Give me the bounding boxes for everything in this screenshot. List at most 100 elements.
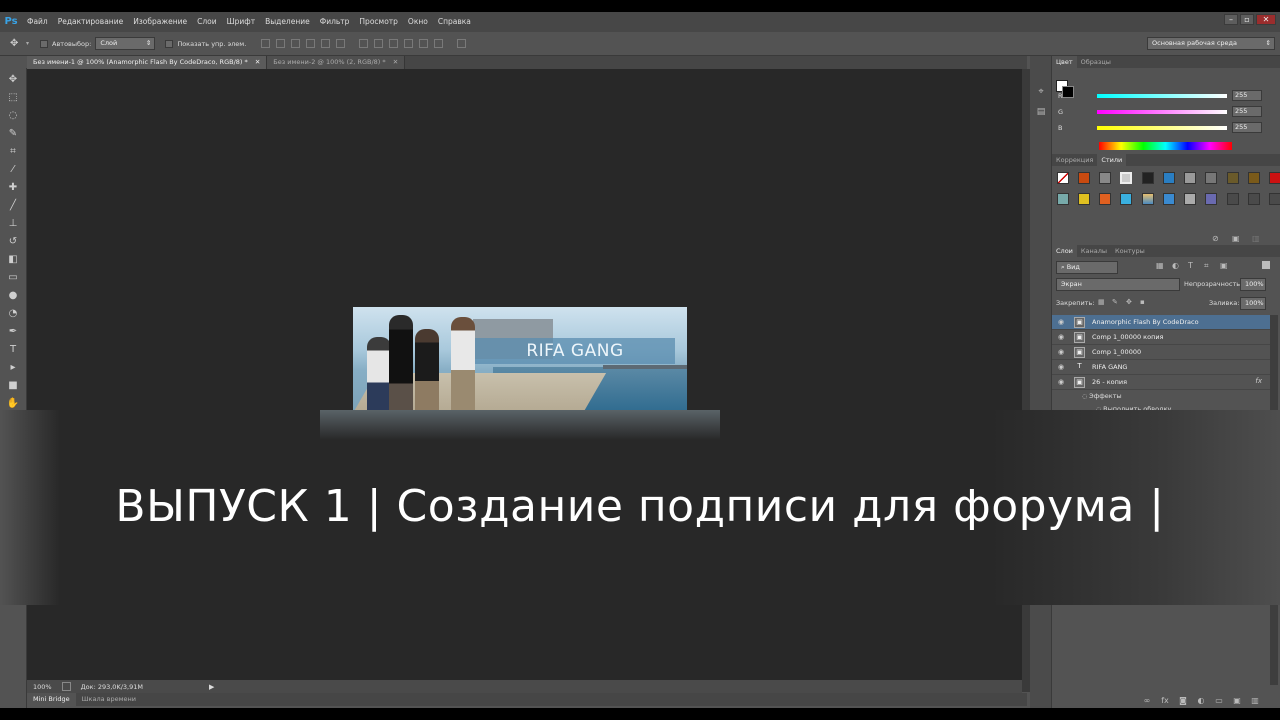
eye-icon[interactable]: ◉ [1058,318,1066,326]
filter-adjust-icon[interactable]: ◐ [1172,261,1179,270]
menu-type[interactable]: Шрифт [222,12,260,32]
new-group-icon[interactable]: ▭ [1214,696,1224,706]
path-select-tool-icon[interactable]: ▸ [4,360,22,375]
status-menu-arrow-icon[interactable]: ▶ [209,683,214,691]
style-swatch[interactable] [1227,193,1239,205]
lock-move-icon[interactable]: ✥ [1126,298,1132,306]
tab-layers[interactable]: Слои [1052,245,1077,257]
add-style-icon[interactable]: fx [1160,696,1170,706]
align-bottom-icon[interactable] [291,39,301,48]
style-swatch[interactable] [1120,172,1132,184]
distribute-top-icon[interactable] [359,39,369,48]
layer-row[interactable]: ◉ ▣ Comp 1_00000 [1052,345,1270,360]
channel-r-bar[interactable] [1097,94,1227,98]
pen-tool-icon[interactable]: ✒ [4,324,22,339]
distribute-left-icon[interactable] [404,39,414,48]
close-button[interactable]: ✕ [1256,14,1276,25]
tab-paths[interactable]: Контуры [1111,245,1149,257]
style-swatch[interactable] [1269,193,1280,205]
crop-tool-icon[interactable]: ⌗ [4,144,22,159]
filter-shape-icon[interactable]: ⌗ [1204,261,1209,271]
layer-row[interactable]: ◉ T RIFA GANG [1052,360,1270,375]
style-swatch[interactable] [1057,193,1069,205]
marquee-tool-icon[interactable]: ⬚ [4,90,22,105]
menu-layers[interactable]: Слои [192,12,222,32]
fill-input[interactable]: 100% [1240,297,1266,310]
tab-styles[interactable]: Стили [1097,154,1127,166]
distribute-hcenter-icon[interactable] [419,39,429,48]
align-left-icon[interactable] [306,39,316,48]
filter-pixel-icon[interactable]: ▦ [1156,261,1164,270]
fx-badge[interactable]: fx [1255,377,1262,385]
history-panel-icon[interactable]: ⌖ [1035,86,1047,98]
minimize-button[interactable]: – [1224,14,1238,25]
menu-edit[interactable]: Редактирование [53,12,128,32]
tab-document-2[interactable]: Без имени-2 @ 100% (2, RGB/8) * ✕ [267,56,406,69]
eyedropper-tool-icon[interactable]: ⁄ [4,162,22,177]
style-swatch[interactable] [1184,193,1196,205]
color-slider-r[interactable]: R 255 [1052,90,1280,106]
restore-button[interactable]: ▫ [1240,14,1254,25]
blend-mode-dropdown[interactable]: Экран [1056,278,1180,291]
align-hcenter-icon[interactable] [321,39,331,48]
clear-style-icon[interactable]: ⊘ [1212,234,1222,244]
properties-panel-icon[interactable]: ▤ [1035,106,1047,118]
zoom-level[interactable]: 100% [27,683,58,691]
type-tool-icon[interactable]: T [4,342,22,357]
style-swatch[interactable] [1227,172,1239,184]
style-swatch[interactable] [1142,172,1154,184]
new-style-icon[interactable]: ▣ [1232,234,1242,244]
style-swatch[interactable] [1057,172,1069,184]
filter-type-icon[interactable]: T [1188,261,1193,270]
add-mask-icon[interactable]: ◙ [1178,696,1188,706]
style-swatch[interactable] [1248,193,1260,205]
menu-window[interactable]: Окно [403,12,433,32]
distribute-vcenter-icon[interactable] [374,39,384,48]
history-brush-tool-icon[interactable]: ↺ [4,234,22,249]
tab-document-1[interactable]: Без имени-1 @ 100% (Anamorphic Flash By … [27,56,268,69]
tab-mini-bridge[interactable]: Mini Bridge [27,693,76,706]
trash-icon[interactable]: ▥ [1252,234,1262,244]
dodge-tool-icon[interactable]: ◔ [4,306,22,321]
move-tool-icon[interactable]: ✥ [10,37,26,51]
menu-select[interactable]: Выделение [260,12,315,32]
clone-stamp-tool-icon[interactable]: ⊥ [4,216,22,231]
trash-icon[interactable]: ▥ [1250,696,1260,706]
close-icon[interactable]: ✕ [393,58,398,66]
style-swatch[interactable] [1078,172,1090,184]
healing-brush-tool-icon[interactable]: ✚ [4,180,22,195]
align-vcenter-icon[interactable] [276,39,286,48]
color-spectrum-bar[interactable] [1099,142,1232,150]
close-icon[interactable]: ✕ [255,58,260,66]
menu-view[interactable]: Просмотр [354,12,403,32]
style-swatch[interactable] [1120,193,1132,205]
tool-preset-chevron-icon[interactable]: ▾ [26,40,34,47]
distribute-bottom-icon[interactable] [389,39,399,48]
style-swatch[interactable] [1269,172,1280,184]
style-swatch[interactable] [1142,193,1154,205]
filter-toggle[interactable] [1262,261,1270,269]
style-swatch[interactable] [1163,193,1175,205]
autoselect-dropdown[interactable]: Слой ⇕ [95,37,156,50]
tab-adjustments[interactable]: Коррекция [1052,154,1097,166]
autoselect-checkbox[interactable] [40,39,48,48]
channel-b-value[interactable]: 255 [1232,122,1262,133]
eye-icon[interactable]: ◉ [1058,348,1066,356]
gradient-tool-icon[interactable]: ▭ [4,270,22,285]
tab-timeline[interactable]: Шкала времени [76,693,142,706]
align-right-icon[interactable] [336,39,346,48]
style-swatch[interactable] [1099,193,1111,205]
layer-row[interactable]: ◉ ▣ Comp 1_00000 копия [1052,330,1270,345]
hand-tool-icon[interactable]: ✋ [4,396,22,411]
shape-tool-icon[interactable]: ■ [4,378,22,393]
eye-icon[interactable]: ◉ [1058,378,1066,386]
color-slider-g[interactable]: G 255 [1052,106,1280,122]
lock-brush-icon[interactable]: ✎ [1112,298,1118,306]
tab-color[interactable]: Цвет [1052,56,1077,68]
blur-tool-icon[interactable]: ● [4,288,22,303]
channel-g-bar[interactable] [1097,110,1227,114]
brush-tool-icon[interactable]: ╱ [4,198,22,213]
status-info-icon[interactable] [61,682,71,691]
menu-image[interactable]: Изображение [128,12,192,32]
layer-row[interactable]: ◉ ▣ Anamorphic Flash By CodeDraco [1052,315,1270,330]
